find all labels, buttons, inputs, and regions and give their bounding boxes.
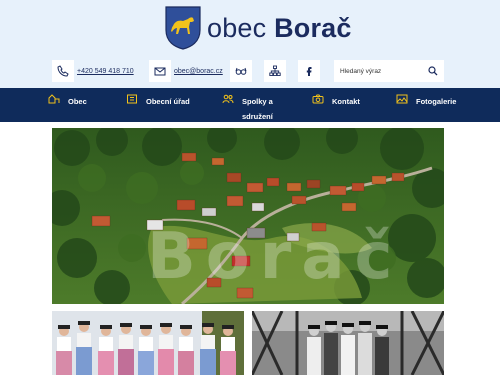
folk-costume-photo[interactable] bbox=[52, 311, 244, 375]
hero-watermark-text: Borač bbox=[147, 220, 402, 294]
gallery-icon bbox=[396, 94, 408, 104]
bridge-group-image bbox=[252, 311, 444, 375]
main-navigation: Obec Obecní úřad Spolky a sdružení Konta… bbox=[0, 88, 500, 122]
nav-label-fotogalerie: Fotogalerie bbox=[416, 97, 457, 106]
nav-item-fotogalerie[interactable]: Fotogalerie bbox=[396, 94, 456, 109]
facebook-button[interactable] bbox=[298, 60, 320, 82]
sitemap-button[interactable] bbox=[264, 60, 286, 82]
accessibility-button[interactable] bbox=[230, 60, 252, 82]
office-icon bbox=[127, 94, 137, 104]
hero-image: Borač bbox=[52, 128, 444, 304]
mail-button[interactable] bbox=[149, 60, 171, 82]
site-name-light: obec bbox=[207, 12, 267, 43]
nav-item-obecni-urad[interactable]: Obecní úřad bbox=[126, 94, 190, 109]
camera-icon bbox=[312, 94, 324, 104]
coat-of-arms-icon bbox=[165, 6, 201, 50]
nav-label-kontakt: Kontakt bbox=[332, 97, 360, 106]
phone-link[interactable]: +420 549 418 710 bbox=[77, 68, 143, 75]
site-name: obec Borač bbox=[207, 13, 352, 44]
sitemap-icon bbox=[269, 65, 281, 76]
village-icon bbox=[48, 94, 60, 104]
phone-button[interactable] bbox=[52, 60, 74, 82]
search-input[interactable]: Hledaný výraz bbox=[340, 68, 428, 75]
email-link[interactable]: obec@borac.cz bbox=[174, 68, 226, 75]
nav-item-obec[interactable]: Obec bbox=[48, 94, 87, 109]
nav-label-obec: Obec bbox=[68, 97, 87, 106]
aerial-village-photo: Borač bbox=[52, 128, 444, 304]
search-box[interactable]: Hledaný výraz bbox=[334, 60, 444, 82]
info-bar: +420 549 418 710 obec@borac.cz bbox=[52, 60, 320, 82]
nav-item-spolky[interactable]: Spolky a sdružení bbox=[222, 94, 292, 124]
nav-item-kontakt[interactable]: Kontakt bbox=[312, 94, 360, 109]
glasses-icon bbox=[235, 67, 247, 75]
site-name-bold: Borač bbox=[274, 12, 352, 43]
nav-label-spolky: Spolky a sdružení bbox=[242, 97, 273, 121]
phone-icon bbox=[57, 65, 69, 77]
folk-costume-image bbox=[52, 311, 244, 375]
bridge-group-photo[interactable] bbox=[252, 311, 444, 375]
nav-label-obecni-urad: Obecní úřad bbox=[146, 97, 190, 106]
site-logo[interactable]: obec Borač bbox=[165, 6, 352, 50]
search-icon[interactable] bbox=[428, 66, 438, 76]
people-icon bbox=[222, 94, 234, 104]
mail-icon bbox=[154, 67, 166, 76]
facebook-icon bbox=[306, 67, 312, 76]
